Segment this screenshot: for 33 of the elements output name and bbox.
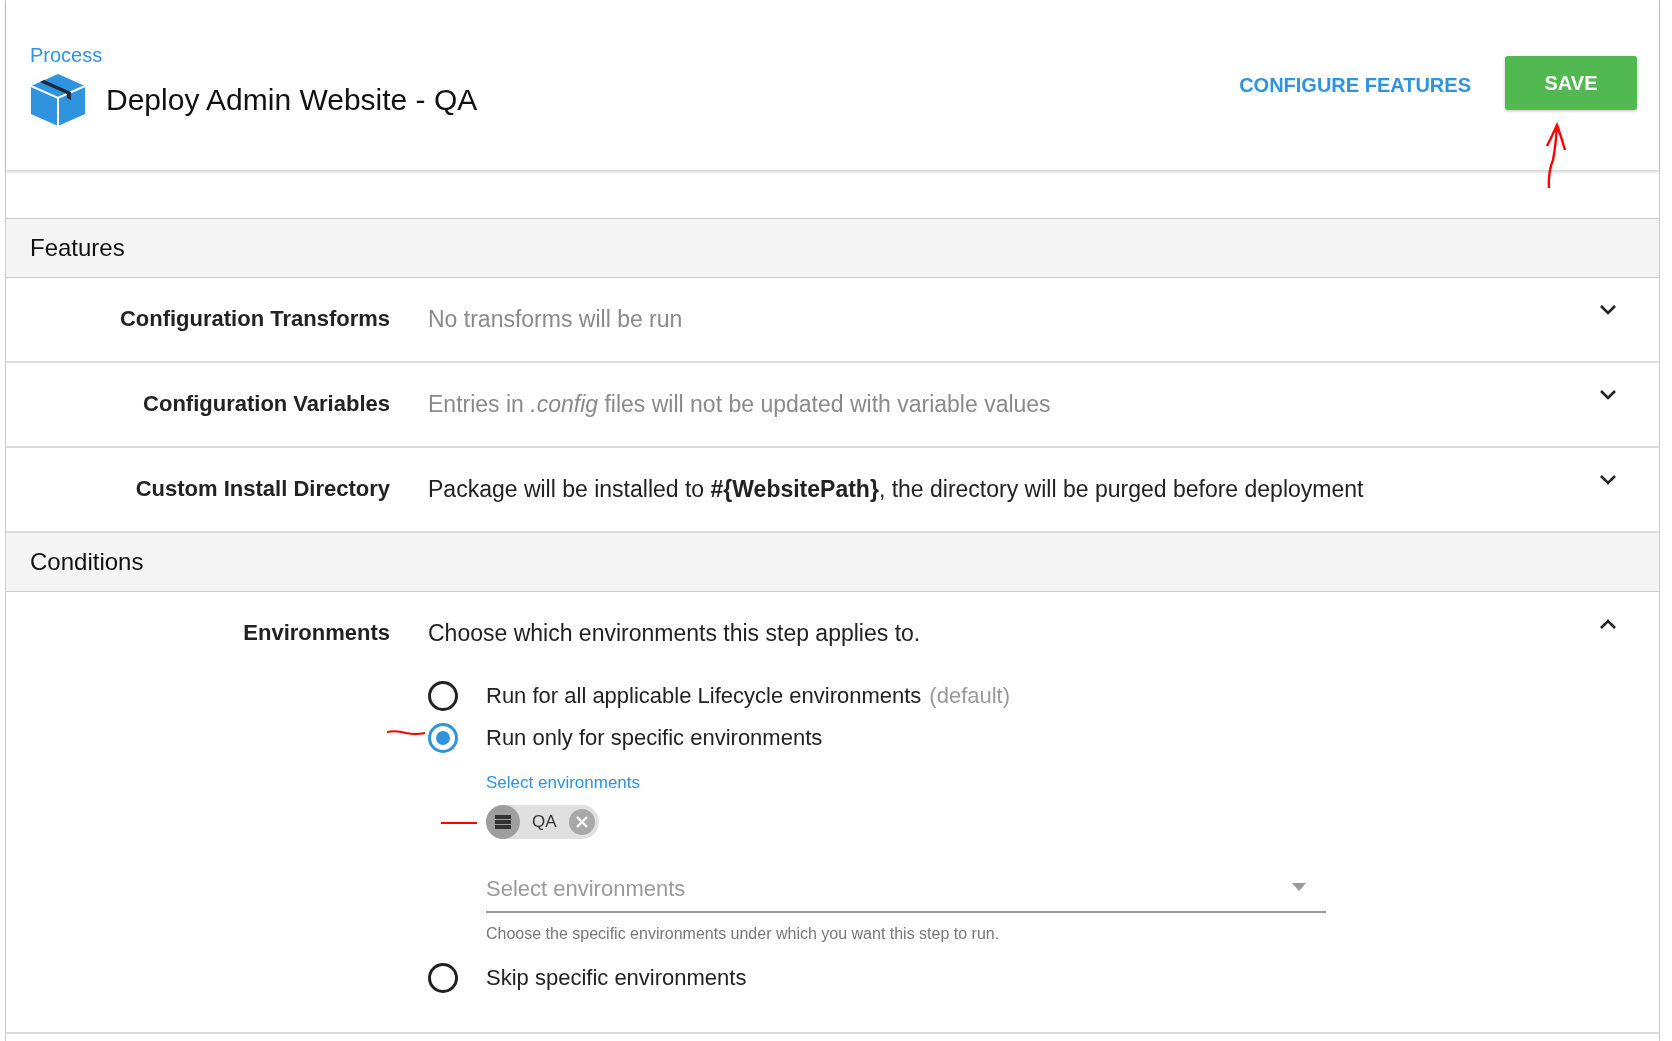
section-header: Features xyxy=(6,219,1659,278)
configure-features-link[interactable]: CONFIGURE FEATURES xyxy=(1235,65,1475,105)
field-label: Select environments xyxy=(486,773,642,793)
save-button[interactable]: SAVE xyxy=(1505,56,1637,110)
page-title: Deploy Admin Website - QA xyxy=(106,82,478,117)
chip-label: QA xyxy=(532,812,557,832)
option-note: (default) xyxy=(929,683,1011,709)
server-icon xyxy=(495,815,511,829)
row-summary: No transforms will be run xyxy=(428,305,684,333)
row-summary: Choose which environments this step applies to. xyxy=(428,619,922,647)
dropdown-caret-icon[interactable] xyxy=(1292,883,1306,891)
row-summary: Package will be installed to #{WebsitePath}, the directory will be purged before deployment xyxy=(428,475,1365,503)
option-label: Run for all applicable Lifecycle environments xyxy=(486,683,922,709)
environment-select-field[interactable]: Select environments xyxy=(486,867,1326,913)
radio-button[interactable] xyxy=(428,681,458,711)
row-label: Environments xyxy=(242,619,391,646)
package-box-icon xyxy=(30,72,86,127)
annotation-mark xyxy=(440,821,478,825)
row-summary: Entries in .config files will not be updated with variable values xyxy=(428,390,1052,418)
row-label: Configuration Transforms xyxy=(118,305,391,332)
option-label: Skip specific environments xyxy=(486,965,747,991)
chevron-down-icon[interactable] xyxy=(1599,474,1617,486)
radio-button[interactable] xyxy=(428,723,458,753)
radio-button[interactable] xyxy=(428,963,458,993)
option-label: Run only for specific environments xyxy=(486,725,823,751)
helper-text: Choose the specific environments under which you want this step to run. xyxy=(486,925,1001,943)
chevron-down-icon[interactable] xyxy=(1599,304,1617,316)
chevron-up-icon[interactable] xyxy=(1599,618,1617,630)
section-header: Conditions xyxy=(6,533,1659,592)
row-label: Configuration Variables xyxy=(142,390,391,417)
row-label: Custom Install Directory xyxy=(134,475,391,502)
breadcrumb-link[interactable]: Process xyxy=(30,43,103,67)
chevron-down-icon[interactable] xyxy=(1599,389,1617,401)
